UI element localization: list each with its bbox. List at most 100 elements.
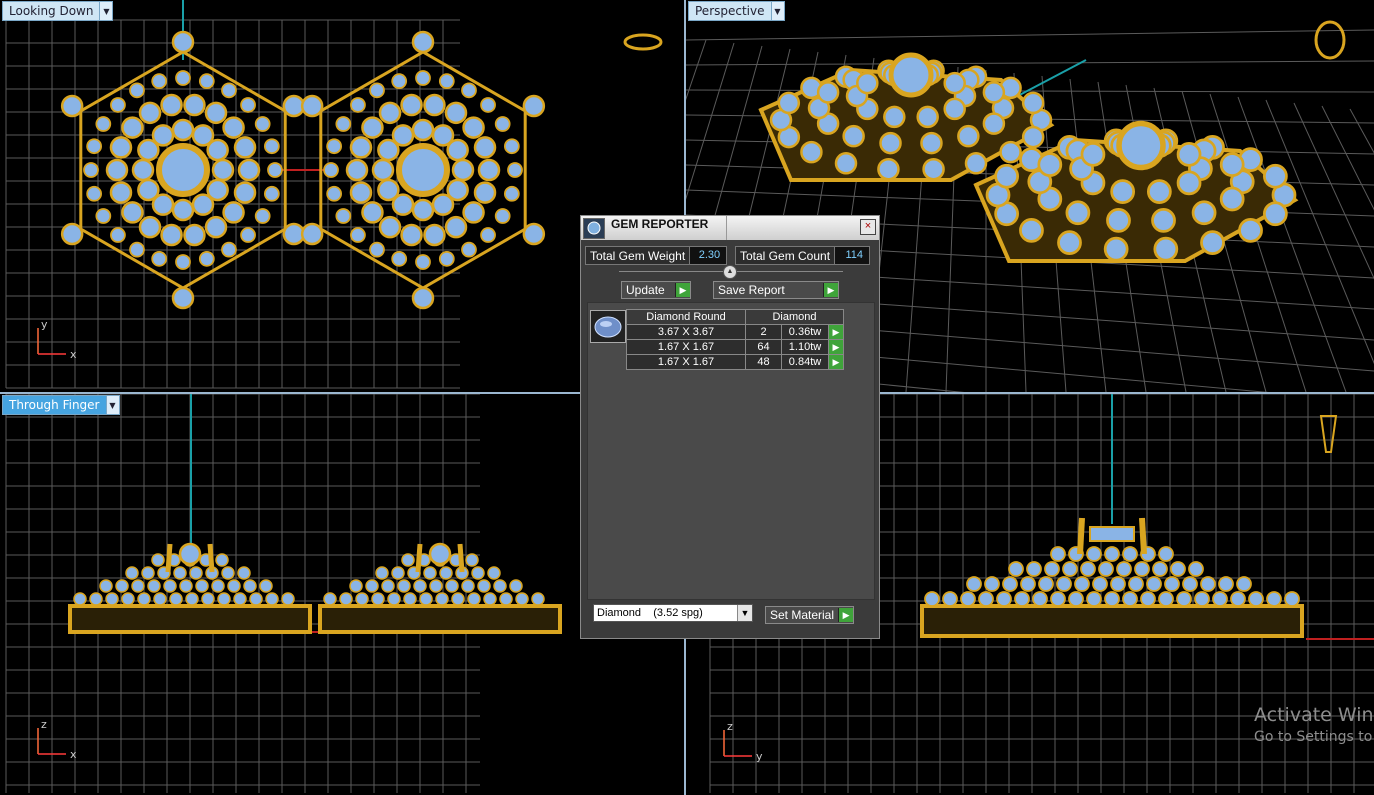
gem — [215, 553, 229, 567]
gem — [178, 542, 202, 566]
gem — [115, 579, 129, 593]
gem — [1164, 576, 1180, 592]
gem — [365, 579, 379, 593]
gem — [429, 579, 443, 593]
gem — [415, 254, 431, 270]
gem — [480, 97, 496, 113]
row-weight: 1.10tw — [781, 339, 829, 355]
gem — [438, 73, 455, 90]
axis-label: y — [41, 318, 48, 331]
table-row[interactable]: 1.67 X 1.67 64 1.10tw ▶ — [626, 339, 844, 355]
gem — [391, 566, 405, 580]
gem — [281, 592, 295, 606]
gem — [391, 250, 408, 267]
gem — [179, 579, 193, 593]
viewport-label-through-finger[interactable]: Through Finger ▼ — [2, 395, 120, 415]
gem — [1284, 591, 1300, 607]
gem — [233, 181, 257, 204]
gem — [387, 592, 401, 606]
gem — [137, 178, 160, 202]
gem — [233, 592, 247, 606]
gem — [105, 592, 119, 606]
gem — [375, 566, 389, 580]
row-count: 48 — [745, 354, 782, 370]
gem — [960, 591, 976, 607]
chevron-down-icon[interactable]: ▼ — [737, 605, 752, 621]
gem — [400, 223, 423, 247]
row-select-arrow-icon[interactable]: ▶ — [828, 324, 844, 340]
table-row[interactable]: 3.67 X 3.67 2 0.36tw ▶ — [626, 324, 844, 340]
row-select-arrow-icon[interactable]: ▶ — [828, 354, 844, 370]
gem — [943, 97, 966, 121]
gem — [377, 178, 400, 202]
play-arrow-icon[interactable]: ▶ — [823, 283, 838, 297]
axis-label: y — [756, 750, 763, 763]
gem — [1200, 230, 1225, 256]
ring-orientation-icon — [623, 33, 663, 51]
gem — [883, 105, 906, 129]
set-material-button[interactable]: Set Material ▶ — [765, 606, 855, 624]
gem — [201, 592, 215, 606]
chevron-down-icon[interactable]: ▼ — [105, 396, 119, 414]
play-arrow-icon[interactable]: ▶ — [838, 608, 854, 622]
gem — [1158, 546, 1174, 562]
viewport-label-perspective[interactable]: Perspective ▼ — [688, 1, 785, 21]
total-gem-count-field: Total Gem Count 114 — [735, 246, 871, 265]
gem — [89, 592, 103, 606]
panel-splitter-knob-icon[interactable]: ▲ — [723, 265, 737, 279]
setting-base — [68, 604, 312, 634]
gem-reporter-titlebar[interactable]: GEM REPORTER × — [581, 216, 879, 240]
row-select-arrow-icon[interactable]: ▶ — [828, 339, 844, 355]
gem — [1212, 591, 1228, 607]
gem — [1146, 179, 1172, 204]
material-select[interactable]: Diamond (3.52 spg) ▼ — [593, 604, 753, 622]
gem — [1263, 163, 1288, 189]
prong — [1139, 517, 1147, 555]
gem — [339, 592, 353, 606]
gem — [1219, 186, 1245, 212]
gem — [110, 97, 126, 113]
save-report-button-label: Save Report — [718, 283, 785, 297]
gem — [800, 140, 823, 164]
gem — [531, 592, 545, 606]
chevron-down-icon[interactable]: ▼ — [99, 2, 113, 20]
viewport-label-looking-down[interactable]: Looking Down ▼ — [2, 1, 114, 21]
gem — [191, 193, 215, 216]
gem — [413, 579, 427, 593]
chevron-down-icon[interactable]: ▼ — [770, 2, 784, 20]
gem — [451, 592, 465, 606]
gem — [978, 591, 994, 607]
gem — [378, 215, 402, 239]
table-row[interactable]: 1.67 X 1.67 48 0.84tw ▶ — [626, 354, 844, 370]
gem — [396, 143, 450, 197]
save-report-button[interactable]: Save Report ▶ — [713, 281, 839, 299]
gem — [211, 158, 235, 182]
gem — [444, 215, 468, 239]
row-count: 64 — [745, 339, 782, 355]
gem — [1152, 561, 1168, 577]
gem — [138, 215, 162, 239]
gem — [349, 181, 373, 204]
gem — [1218, 576, 1234, 592]
gem — [1037, 152, 1063, 177]
gem — [222, 201, 245, 224]
gem — [1080, 142, 1106, 167]
update-button[interactable]: Update ▶ — [621, 281, 691, 299]
prong — [165, 543, 173, 573]
prong — [457, 543, 465, 573]
gem — [254, 116, 271, 132]
gem — [221, 566, 235, 580]
gem — [282, 94, 306, 118]
gem — [263, 138, 280, 155]
gem — [233, 136, 257, 159]
play-arrow-icon[interactable]: ▶ — [675, 283, 690, 297]
gem — [461, 579, 475, 593]
gem — [431, 193, 455, 216]
gem — [509, 579, 523, 593]
close-icon[interactable]: × — [860, 219, 876, 235]
gem — [175, 70, 191, 86]
gem-table-header: Diamond Round Diamond — [626, 309, 844, 325]
gem — [423, 93, 446, 117]
gem — [1158, 591, 1174, 607]
gem — [240, 97, 256, 113]
